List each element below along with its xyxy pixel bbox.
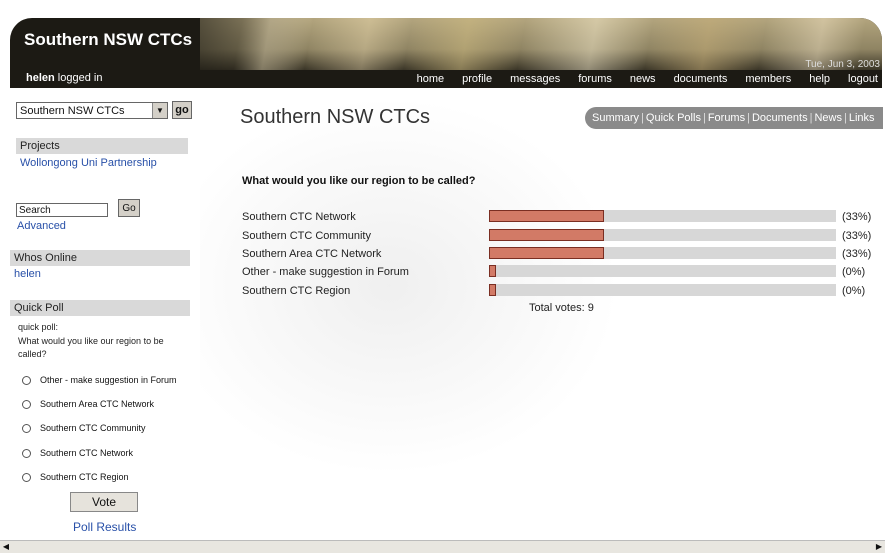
result-label: Southern CTC Network <box>242 211 356 223</box>
poll-option-label: Southern CTC Region <box>40 472 129 482</box>
poll-option[interactable]: Southern Area CTC Network <box>22 399 154 409</box>
project-link-wollongong[interactable]: Wollongong Uni Partnership <box>20 157 157 169</box>
radio-button[interactable] <box>22 375 31 385</box>
nav-news[interactable]: news <box>630 73 656 85</box>
result-percent: (33%) <box>842 230 872 242</box>
top-nav: home profile messages forums news docume… <box>399 73 878 85</box>
poll-option-label: Other - make suggestion in Forum <box>40 375 177 385</box>
login-status: helen logged in <box>26 72 102 84</box>
poll-option-label: Southern CTC Network <box>40 448 134 458</box>
poll-label: quick poll: <box>18 322 59 332</box>
result-bar-track <box>489 247 836 259</box>
tab-summary[interactable]: Summary <box>592 112 639 124</box>
tab-documents[interactable]: Documents <box>752 112 808 124</box>
result-bar-track <box>489 210 836 222</box>
total-votes: Total votes: 9 <box>529 302 594 314</box>
radio-button[interactable] <box>22 448 31 458</box>
logged-user: helen <box>26 72 55 84</box>
radio-button[interactable] <box>22 472 31 482</box>
search-input[interactable]: Search <box>16 203 108 217</box>
result-percent: (0%) <box>842 266 866 278</box>
result-bar-fill <box>489 210 604 222</box>
advanced-search-link[interactable]: Advanced <box>17 220 66 232</box>
site-header: Southern NSW CTCs helen logged in Tue, J… <box>10 18 882 88</box>
nav-messages[interactable]: messages <box>510 73 560 85</box>
nav-logout[interactable]: logout <box>848 73 878 85</box>
logged-text: logged in <box>57 72 103 84</box>
result-percent: (0%) <box>842 285 866 297</box>
nav-profile[interactable]: profile <box>462 73 492 85</box>
nav-help[interactable]: help <box>809 73 830 85</box>
quick-poll-heading: Quick Poll <box>10 300 190 316</box>
site-title: Southern NSW CTCs <box>24 30 193 49</box>
poll-option[interactable]: Other - make suggestion in Forum <box>22 375 177 385</box>
poll-option[interactable]: Southern CTC Network <box>22 448 133 458</box>
sidebar: Southern NSW CTCs ▼ go Projects Wollongo… <box>10 96 194 540</box>
scroll-left-icon[interactable]: ◀ <box>0 541 12 553</box>
scroll-right-icon[interactable]: ▶ <box>873 541 885 553</box>
result-bar-track <box>489 229 836 241</box>
community-select[interactable]: Southern NSW CTCs ▼ <box>16 102 168 119</box>
section-tabs: Summary | Quick Polls | Forums | Documents |… <box>585 107 883 129</box>
result-bar-fill <box>489 247 604 259</box>
result-label: Southern CTC Region <box>242 285 351 297</box>
result-label: Southern Area CTC Network <box>242 248 382 260</box>
header-date: Tue, Jun 3, 2003 <box>805 59 880 70</box>
vote-button[interactable]: Vote <box>70 492 138 512</box>
whos-online-heading: Whos Online <box>10 250 190 266</box>
poll-option-label: Southern Area CTC Network <box>40 399 155 409</box>
nav-members[interactable]: members <box>745 73 791 85</box>
nav-documents[interactable]: documents <box>674 73 728 85</box>
result-label: Other - make suggestion in Forum <box>242 266 409 278</box>
nav-forums[interactable]: forums <box>578 73 612 85</box>
result-percent: (33%) <box>842 248 872 260</box>
page-title: Southern NSW CTCs <box>240 106 431 128</box>
projects-heading: Projects <box>16 138 188 154</box>
tab-forums[interactable]: Forums <box>708 112 745 124</box>
result-bar-fill <box>489 229 604 241</box>
poll-option[interactable]: Southern CTC Region <box>22 472 129 482</box>
poll-results-question: What would you like our region to be cal… <box>242 175 476 187</box>
radio-button[interactable] <box>22 423 31 433</box>
horizontal-scrollbar[interactable]: ◀ ▶ <box>0 540 885 553</box>
chevron-down-icon[interactable]: ▼ <box>152 103 167 118</box>
result-bar-track <box>489 284 836 296</box>
poll-question: What would you like our region to be cal… <box>18 336 164 359</box>
community-select-value: Southern NSW CTCs <box>20 105 125 117</box>
go-button[interactable]: go <box>172 101 192 119</box>
poll-option-label: Southern CTC Community <box>40 423 146 433</box>
result-label: Southern CTC Community <box>242 230 371 242</box>
radio-button[interactable] <box>22 399 31 409</box>
result-bar-fill <box>489 284 496 296</box>
result-percent: (33%) <box>842 211 872 223</box>
nav-home[interactable]: home <box>417 73 445 85</box>
tab-news[interactable]: News <box>814 112 842 124</box>
result-bar-track <box>489 265 836 277</box>
tab-links[interactable]: Links <box>849 112 875 124</box>
result-bar-fill <box>489 265 496 277</box>
tab-quick-polls[interactable]: Quick Polls <box>646 112 701 124</box>
poll-option[interactable]: Southern CTC Community <box>22 423 146 433</box>
poll-results-link[interactable]: Poll Results <box>73 520 136 534</box>
online-user-link[interactable]: helen <box>14 268 41 280</box>
search-go-button[interactable]: Go <box>118 199 140 217</box>
